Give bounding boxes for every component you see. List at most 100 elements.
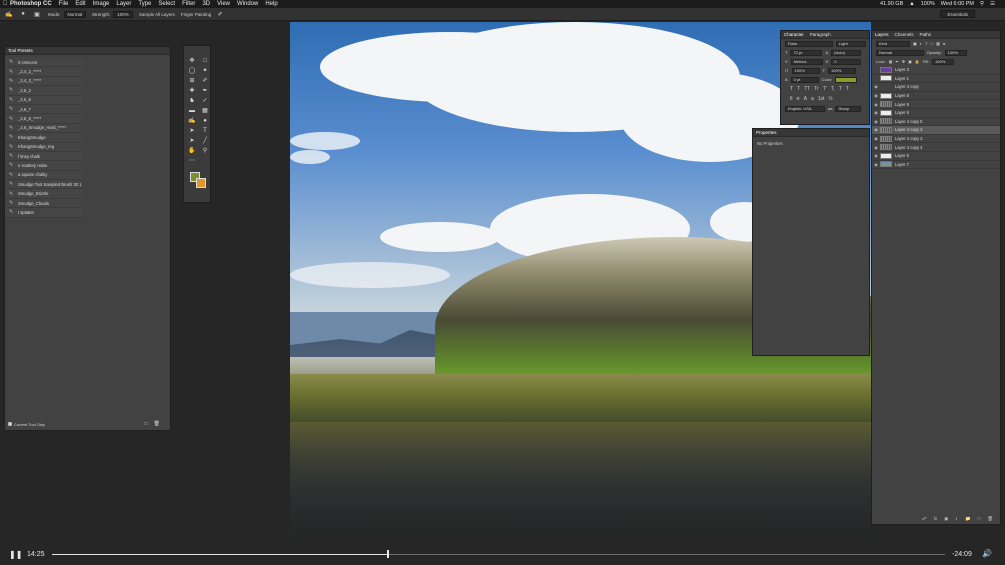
crop-tool-icon[interactable]: ⊞: [186, 76, 198, 85]
filter-type-icon[interactable]: T: [925, 41, 927, 46]
add-mask-icon[interactable]: ▣: [944, 516, 948, 522]
preset-item[interactable]: ✎ a square chalky: [5, 170, 83, 181]
visibility-eye-icon[interactable]: ◉: [872, 93, 880, 98]
all-caps-button[interactable]: TT: [804, 86, 810, 92]
layer-row[interactable]: ◉ Layer 9: [872, 100, 1000, 109]
visibility-eye-icon[interactable]: ◉: [872, 145, 880, 150]
oldstyle-icon[interactable]: σ: [797, 96, 800, 102]
leading-field[interactable]: (Auto): [831, 49, 862, 56]
menu-view[interactable]: View: [217, 1, 230, 7]
stamp-tool-icon[interactable]: ♞: [186, 96, 198, 105]
menu-3d[interactable]: 3D: [202, 1, 210, 7]
adjustment-layer-icon[interactable]: ◐: [955, 516, 958, 522]
preset-item[interactable]: ✎ 0 crescent: [5, 58, 83, 68]
text-color-swatch[interactable]: [835, 76, 858, 83]
zoom-tool-icon[interactable]: ⚲: [199, 146, 211, 155]
eyedropper-icon[interactable]: ✐: [199, 76, 211, 85]
dodge-tool-icon[interactable]: ●: [199, 116, 211, 125]
visibility-eye-icon[interactable]: ◉: [872, 162, 880, 167]
tracking-field[interactable]: 0: [831, 58, 862, 65]
tab-layers[interactable]: Layers: [875, 32, 889, 37]
filter-toggle-icon[interactable]: ●: [943, 41, 945, 46]
preset-item[interactable]: ✎ _2,5_6: [5, 95, 83, 105]
tool-presets-tab[interactable]: Tool Presets: [8, 48, 33, 53]
healing-brush-icon[interactable]: ✚: [186, 86, 198, 95]
eraser-tool-icon[interactable]: ▬: [186, 106, 198, 115]
font-size-field[interactable]: 72 pt: [790, 49, 823, 56]
layer-row[interactable]: ◉ Layer 4 copy 5: [872, 118, 1000, 127]
visibility-eye-icon[interactable]: ◉: [872, 110, 880, 115]
layer-row[interactable]: ◉ Layer 4 copy 2: [872, 126, 1000, 135]
layer-row[interactable]: ◉ Layer 5: [872, 152, 1000, 161]
kerning-field[interactable]: Metrics: [790, 58, 823, 65]
preset-item[interactable]: ✎ _2,4_2_*****: [5, 67, 83, 77]
preset-item[interactable]: ✎ KhangSmudge_reg: [5, 142, 83, 152]
menu-select[interactable]: Select: [158, 1, 175, 7]
new-layer-icon[interactable]: □: [978, 516, 981, 522]
workspace-dropdown[interactable]: Essentials: [940, 10, 975, 18]
type-tool-icon[interactable]: T: [199, 126, 211, 135]
history-brush-icon[interactable]: ✓: [199, 96, 211, 105]
preset-item[interactable]: ✎ t splatter: [5, 208, 83, 218]
lock-move-icon[interactable]: ✥: [902, 59, 905, 64]
layer-row[interactable]: Layer 1: [872, 75, 1000, 84]
filter-smart-icon[interactable]: ▩: [936, 41, 940, 46]
clock[interactable]: Wed 6:00 PM: [941, 1, 974, 7]
fill-field[interactable]: 100%: [932, 58, 955, 65]
brush-preset-icon[interactable]: ●: [18, 10, 28, 18]
vertical-scale-field[interactable]: 100%: [791, 67, 820, 74]
marquee-tool-icon[interactable]: □: [199, 56, 211, 65]
seek-handle[interactable]: [386, 550, 389, 558]
menu-filter[interactable]: Filter: [182, 1, 195, 7]
new-preset-icon[interactable]: □: [145, 421, 148, 427]
layer-row[interactable]: ◉ Layer 4 copy 4: [872, 143, 1000, 152]
preset-item[interactable]: ✎ _2,6_8_*****: [5, 114, 83, 124]
small-caps-button[interactable]: Tr: [814, 86, 819, 92]
layer-filter-dropdown[interactable]: Kind: [876, 40, 910, 47]
quick-select-icon[interactable]: ✦: [199, 66, 211, 75]
strength-field[interactable]: 100%: [113, 10, 133, 18]
battery-readout[interactable]: 100%: [921, 1, 935, 7]
fraction-icon[interactable]: ½: [828, 96, 832, 102]
subscript-button[interactable]: T,: [831, 86, 835, 92]
hand-tool-icon[interactable]: ✋: [186, 146, 198, 155]
preset-item[interactable]: ✎ _2,4_3_*****: [5, 76, 83, 87]
smudge-tool-box-icon[interactable]: ✍: [186, 116, 198, 125]
visibility-eye-icon[interactable]: ◉: [872, 119, 880, 124]
visibility-eye-icon[interactable]: ◉: [872, 153, 880, 158]
tab-channels[interactable]: Channels: [895, 32, 914, 37]
preset-item[interactable]: ✎ _2,5_2: [5, 86, 83, 96]
brush-tool-icon[interactable]: ✒: [199, 86, 211, 95]
trash-icon[interactable]: 🗑: [154, 421, 160, 427]
visibility-eye-icon[interactable]: ◉: [872, 102, 880, 107]
layer-row[interactable]: ◉ Layer 7: [872, 161, 1000, 170]
visibility-eye-icon[interactable]: ◉: [872, 84, 880, 89]
visibility-eye-icon[interactable]: ◉: [872, 127, 880, 132]
new-group-icon[interactable]: 📁: [965, 516, 971, 522]
baseline-field[interactable]: 0 pt: [790, 76, 819, 83]
filter-adjust-icon[interactable]: ◐: [920, 41, 922, 46]
strikethrough-button[interactable]: T: [846, 86, 849, 92]
finger-painting-checkbox[interactable]: Finger Painting: [181, 12, 211, 17]
font-family-dropdown[interactable]: Fiata: [785, 40, 833, 47]
alternates-icon[interactable]: a: [811, 96, 814, 102]
preset-item[interactable]: ✎ n scattery noise: [5, 161, 83, 171]
preset-item[interactable]: ✎ _2,6_7: [5, 104, 83, 115]
pressure-icon[interactable]: ✐: [215, 10, 225, 18]
ligature-icon[interactable]: fi: [790, 96, 793, 102]
preset-item[interactable]: ✎ KhangSmudge: [5, 133, 83, 143]
lock-all-icon[interactable]: 🔒: [915, 59, 920, 64]
layer-row[interactable]: ◉ Layer 4 copy 3: [872, 135, 1000, 144]
menu-image[interactable]: Image: [93, 1, 110, 7]
layer-row[interactable]: ◉ Layer 6: [872, 109, 1000, 118]
move-tool-icon[interactable]: ✥: [186, 56, 198, 65]
menu-edit[interactable]: Edit: [75, 1, 85, 7]
menu-layer[interactable]: Layer: [116, 1, 131, 7]
link-layers-icon[interactable]: ☍: [922, 516, 927, 522]
menu-list-icon[interactable]: ☰: [990, 1, 995, 7]
menu-type[interactable]: Type: [138, 1, 151, 7]
preset-item[interactable]: ✎ f tinsy chalk: [5, 151, 83, 162]
lock-paint-icon[interactable]: ✒: [895, 59, 898, 64]
filter-pixel-icon[interactable]: ▣: [913, 41, 917, 46]
volume-icon[interactable]: 🔊: [982, 549, 992, 558]
